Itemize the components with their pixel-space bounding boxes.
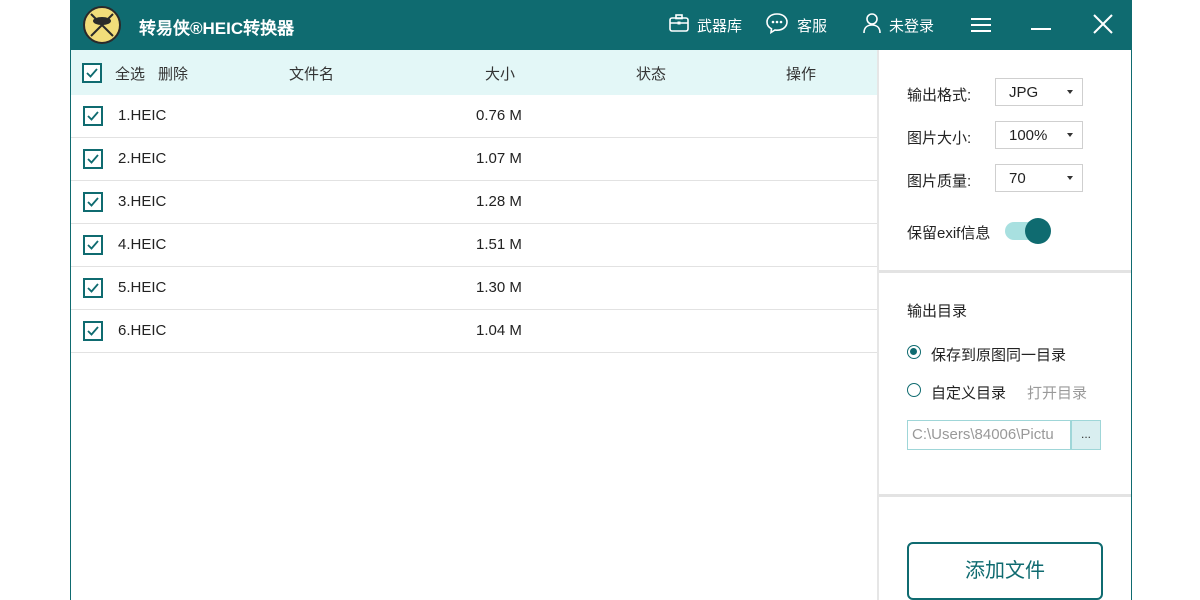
- app-logo: [83, 6, 121, 44]
- file-name: 2.HEIC: [118, 150, 167, 167]
- row-checkbox[interactable]: [83, 192, 103, 212]
- table-row[interactable]: 5.HEIC 1.30 M: [71, 267, 877, 310]
- file-size: 1.28 M: [476, 193, 522, 210]
- minimize-icon[interactable]: [1029, 12, 1055, 38]
- toolbox-label: 武器库: [697, 17, 743, 35]
- size-select[interactable]: 100%: [995, 121, 1083, 149]
- output-dir-title: 输出目录: [907, 303, 968, 320]
- row-checkbox[interactable]: [83, 149, 103, 169]
- exif-toggle[interactable]: [1005, 218, 1051, 244]
- quality-label: 图片质量:: [907, 173, 972, 190]
- table-row[interactable]: 3.HEIC 1.28 M: [71, 181, 877, 224]
- section-divider: [879, 270, 1131, 273]
- format-label: 输出格式:: [907, 87, 972, 104]
- file-list: 全选 删除 文件名 大小 状态 操作 1.HEIC 0.76 M 2.HEIC …: [71, 50, 877, 600]
- row-checkbox[interactable]: [83, 106, 103, 126]
- output-path-field[interactable]: C:\Users\84006\Pictu: [907, 420, 1071, 450]
- format-select[interactable]: JPG: [995, 78, 1083, 106]
- table-row[interactable]: 4.HEIC 1.51 M: [71, 224, 877, 267]
- app-title: 转易侠®HEIC转换器: [139, 19, 295, 38]
- table-row[interactable]: 6.HEIC 1.04 M: [71, 310, 877, 353]
- column-filename: 文件名: [289, 66, 335, 83]
- file-name: 1.HEIC: [118, 107, 167, 124]
- toggle-knob: [1025, 218, 1051, 244]
- toolbox-button[interactable]: 武器库: [669, 12, 742, 38]
- support-label: 客服: [797, 17, 828, 35]
- file-list-header: 全选 删除 文件名 大小 状态 操作: [71, 50, 877, 95]
- settings-panel: 输出格式: JPG 图片大小: 100% 图片质量: 70 保留exif信息 输…: [877, 50, 1131, 600]
- login-button[interactable]: 未登录: [863, 12, 934, 38]
- select-all-checkbox[interactable]: [82, 63, 102, 83]
- delete-button[interactable]: 删除: [158, 63, 188, 84]
- row-checkbox[interactable]: [83, 278, 103, 298]
- exif-label: 保留exif信息: [907, 225, 991, 242]
- file-name: 6.HEIC: [118, 322, 167, 339]
- table-row[interactable]: 2.HEIC 1.07 M: [71, 138, 877, 181]
- option-custom-dir-label[interactable]: 自定义目录: [931, 382, 1006, 403]
- column-action: 操作: [786, 66, 817, 83]
- option-same-dir-label[interactable]: 保存到原图同一目录: [931, 344, 1066, 365]
- chat-bubble-icon: [765, 12, 789, 38]
- file-name: 4.HEIC: [118, 236, 167, 253]
- section-divider: [879, 494, 1131, 497]
- table-row[interactable]: 1.HEIC 0.76 M: [71, 95, 877, 138]
- add-file-button[interactable]: 添加文件: [907, 542, 1103, 600]
- file-name: 5.HEIC: [118, 279, 167, 296]
- close-icon[interactable]: [1091, 12, 1117, 38]
- file-size: 1.51 M: [476, 236, 522, 253]
- chevron-down-icon: [1067, 133, 1073, 137]
- user-icon: [863, 12, 881, 38]
- row-checkbox[interactable]: [83, 235, 103, 255]
- open-dir-link[interactable]: 打开目录: [1027, 382, 1087, 403]
- hamburger-menu-icon[interactable]: [969, 12, 995, 38]
- chevron-down-icon: [1067, 90, 1073, 94]
- size-value: 100%: [1009, 127, 1048, 144]
- format-value: JPG: [1009, 84, 1039, 101]
- file-name: 3.HEIC: [118, 193, 167, 210]
- column-size: 大小: [485, 66, 516, 83]
- quality-value: 70: [1009, 170, 1026, 187]
- row-checkbox[interactable]: [83, 321, 103, 341]
- file-size: 0.76 M: [476, 107, 522, 124]
- login-label: 未登录: [889, 17, 935, 35]
- file-size: 1.30 M: [476, 279, 522, 296]
- browse-button[interactable]: ...: [1071, 420, 1101, 450]
- quality-select[interactable]: 70: [995, 164, 1083, 192]
- title-bar: 转易侠®HEIC转换器 武器库 客服 未登录: [71, 0, 1131, 50]
- select-all-label[interactable]: 全选: [115, 63, 145, 84]
- file-size: 1.04 M: [476, 322, 522, 339]
- briefcase-icon: [669, 14, 689, 36]
- radio-custom-dir[interactable]: [907, 383, 921, 397]
- support-button[interactable]: 客服: [765, 12, 827, 38]
- radio-same-dir[interactable]: [907, 345, 921, 359]
- file-size: 1.07 M: [476, 150, 522, 167]
- chevron-down-icon: [1067, 176, 1073, 180]
- column-status: 状态: [636, 66, 667, 83]
- app-window: 转易侠®HEIC转换器 武器库 客服 未登录 全选 删除 文件名 大小 状态 操…: [70, 0, 1132, 600]
- size-label: 图片大小:: [907, 130, 972, 147]
